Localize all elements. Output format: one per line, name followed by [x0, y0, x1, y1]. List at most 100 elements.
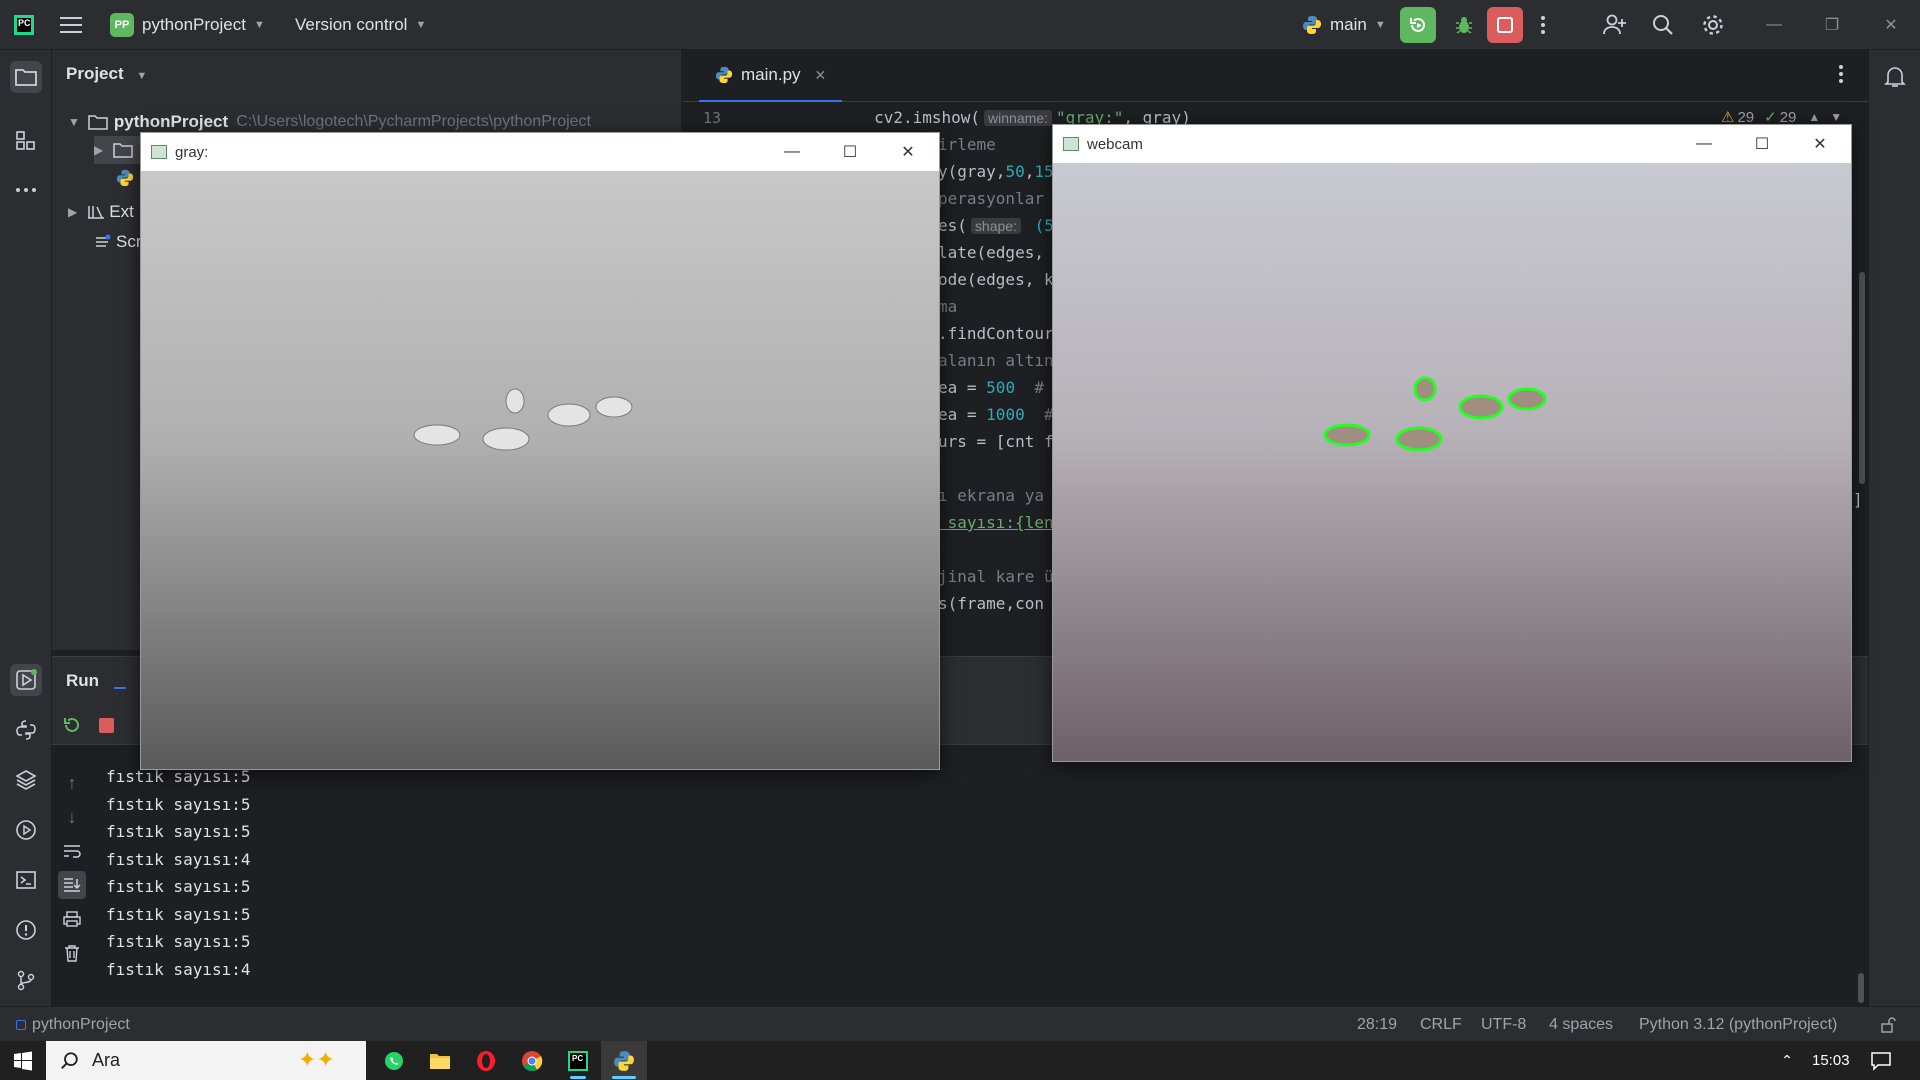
sparkle-icon: ✦✦: [298, 1047, 335, 1072]
whatsapp-icon[interactable]: [371, 1041, 417, 1080]
bell-icon: [1884, 67, 1906, 87]
project-selector[interactable]: PP pythonProject ▼: [110, 0, 265, 50]
gear-icon[interactable]: [1702, 0, 1724, 50]
stop-run-button[interactable]: [92, 711, 120, 739]
code-text: ode(edges, k: [938, 270, 1054, 289]
terminal-icon: [16, 871, 36, 889]
main-menu-icon[interactable]: [60, 0, 82, 50]
debug-button[interactable]: [1446, 0, 1482, 50]
minimize-button[interactable]: —: [1675, 125, 1733, 163]
search-icon[interactable]: [1652, 0, 1674, 50]
folder-icon: [88, 115, 108, 130]
cv-window-titlebar[interactable]: gray: — ☐ ✕: [141, 133, 939, 171]
add-user-icon[interactable]: [1603, 0, 1627, 50]
project-panel-header[interactable]: Project ▼: [66, 64, 147, 84]
maximize-button[interactable]: ☐: [821, 133, 879, 171]
chevron-right-icon: ▶: [94, 143, 104, 157]
search-placeholder: Ara: [92, 1050, 121, 1070]
project-name: pythonProject: [142, 15, 246, 34]
cv-window-webcam[interactable]: webcam — ☐ ✕: [1052, 124, 1852, 762]
tree-item-external-libraries[interactable]: ▶ Ext: [68, 198, 134, 226]
console-line: fıstık sayısı:4: [106, 960, 251, 979]
console-line: fıstık sayısı:5: [106, 905, 251, 924]
python-taskbar-icon[interactable]: [601, 1041, 647, 1080]
file-encoding[interactable]: UTF-8: [1481, 1007, 1526, 1042]
stop-button[interactable]: [1487, 0, 1523, 50]
notification-center-icon[interactable]: [1858, 1041, 1904, 1080]
run-tool-button[interactable]: [10, 664, 42, 696]
param-hint: shape:: [970, 218, 1021, 234]
pycharm-taskbar-icon[interactable]: PC: [555, 1041, 601, 1080]
unlock-icon[interactable]: [1880, 1007, 1896, 1042]
rerun-icon: [1410, 17, 1425, 32]
scroll-down-icon[interactable]: ↓: [58, 803, 86, 831]
python-packages-tool-button[interactable]: [10, 714, 42, 746]
print-icon[interactable]: [58, 905, 86, 933]
code-number: 50: [1005, 162, 1025, 181]
version-control-menu[interactable]: Version control ▼: [295, 0, 426, 50]
maximize-button[interactable]: ☐: [1733, 125, 1791, 163]
problems-tool-button[interactable]: [10, 914, 42, 946]
chevron-down-icon: ▼: [415, 19, 427, 31]
code-comment: #: [1015, 378, 1044, 397]
indent-setting[interactable]: 4 spaces: [1549, 1007, 1613, 1042]
chrome-icon[interactable]: [509, 1041, 555, 1080]
rerun-button[interactable]: [1400, 0, 1436, 50]
windows-start-icon[interactable]: [0, 1041, 46, 1080]
terminal-tool-button[interactable]: [10, 864, 42, 896]
file-explorer-icon[interactable]: [417, 1041, 463, 1080]
param-hint: winname:: [984, 110, 1052, 126]
bug-icon: [1456, 17, 1472, 34]
close-button[interactable]: ✕: [1862, 0, 1920, 50]
project-tool-button[interactable]: [10, 61, 42, 93]
pycharm-logo-icon[interactable]: PC: [14, 0, 34, 50]
structure-icon: [16, 131, 35, 150]
code-comment: alanın altın: [938, 351, 1054, 370]
console-scrollbar[interactable]: [1858, 973, 1864, 1003]
taskbar-search[interactable]: Ara ✦✦: [46, 1041, 366, 1080]
python-interpreter[interactable]: Python 3.12 (pythonProject): [1639, 1007, 1837, 1042]
scroll-to-end-icon[interactable]: [58, 871, 86, 899]
taskbar-clock[interactable]: 15:03: [1812, 1041, 1850, 1080]
editor-scrollbar[interactable]: [1859, 272, 1865, 484]
soft-wrap-icon[interactable]: [58, 837, 86, 865]
close-button[interactable]: ✕: [1791, 125, 1849, 163]
run-tab-label[interactable]: Run: [66, 671, 99, 691]
more-actions-icon[interactable]: [1540, 0, 1546, 50]
line-number: 13: [703, 108, 722, 127]
stop-icon: [98, 717, 114, 733]
chevron-up-icon[interactable]: ⌃: [1764, 1041, 1810, 1080]
scroll-up-icon[interactable]: ↑: [58, 769, 86, 797]
tree-item-python-file[interactable]: [116, 164, 134, 192]
code-text: ea =: [938, 378, 987, 397]
structure-tool-button[interactable]: [10, 125, 42, 157]
services-tool-button[interactable]: [10, 814, 42, 846]
minimize-button[interactable]: —: [1745, 0, 1803, 50]
notifications-button[interactable]: [1879, 61, 1911, 93]
breadcrumb[interactable]: pythonProject: [16, 1007, 130, 1042]
caret-position[interactable]: 28:19: [1357, 1007, 1397, 1042]
status-bar: pythonProject 28:19 CRLF UTF-8 4 spaces …: [0, 1006, 1920, 1041]
tree-item-scratches[interactable]: Scr: [94, 228, 142, 256]
module-icon: [16, 1019, 26, 1030]
cv-window-gray[interactable]: gray: — ☐ ✕: [140, 132, 940, 770]
webcam-frame-image: [1053, 163, 1851, 761]
cv-window-titlebar[interactable]: webcam — ☐ ✕: [1053, 125, 1851, 163]
close-button[interactable]: ✕: [879, 133, 937, 171]
trash-icon[interactable]: [58, 939, 86, 967]
line-separator[interactable]: CRLF: [1420, 1007, 1462, 1042]
close-tab-icon[interactable]: ✕: [815, 67, 827, 84]
more-tabs-icon[interactable]: [1838, 64, 1844, 89]
more-tools-icon[interactable]: [10, 174, 42, 206]
layers-tool-button[interactable]: [10, 764, 42, 796]
search-icon: [61, 1051, 78, 1069]
rerun-button[interactable]: [58, 711, 86, 739]
opera-icon[interactable]: [463, 1041, 509, 1080]
restore-button[interactable]: ❐: [1803, 0, 1861, 50]
run-config-selector[interactable]: main ▼: [1302, 0, 1386, 50]
code-number: 500: [986, 378, 1016, 397]
minimize-button[interactable]: —: [763, 133, 821, 171]
code-text: s(frame,con: [938, 594, 1044, 613]
git-tool-button[interactable]: [10, 964, 42, 996]
chevron-down-icon: ▼: [68, 115, 80, 129]
